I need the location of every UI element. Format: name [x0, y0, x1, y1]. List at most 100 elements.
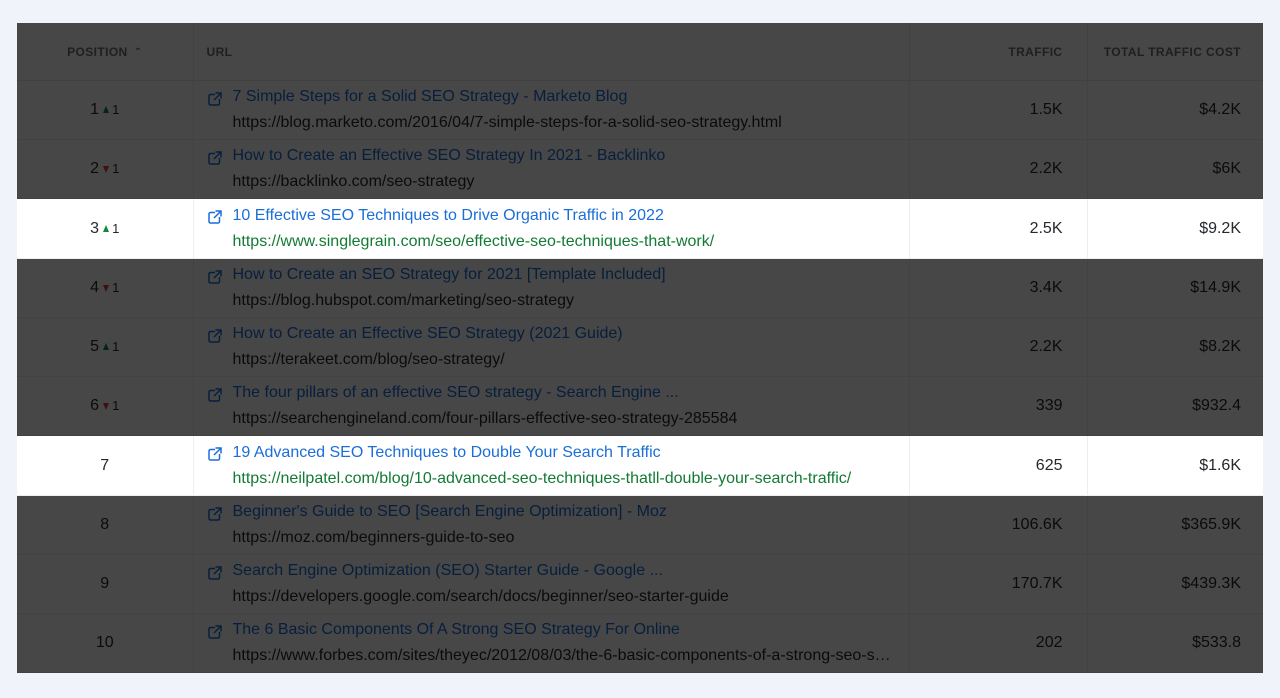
table-row: 10 The 6 Basic Components Of A Strong SE…	[17, 613, 1263, 673]
position-value: 3	[90, 219, 100, 237]
result-url: https://www.singlegrain.com/seo/effectiv…	[232, 232, 715, 250]
result-title-link[interactable]: The four pillars of an effective SEO str…	[233, 382, 895, 404]
result-url: https://blog.marketo.com/2016/04/7-simpl…	[232, 114, 782, 131]
external-link-icon[interactable]	[207, 447, 222, 461]
result-title-link[interactable]: 10 Effective SEO Techniques to Drive Org…	[233, 205, 895, 227]
position-cell: 9	[17, 554, 194, 614]
external-link-icon[interactable]	[207, 210, 222, 224]
position-cell: 11	[17, 80, 194, 140]
trend-up-icon	[103, 343, 110, 350]
table-row: 11 7 Simple Steps for a Solid SEO Strate…	[17, 80, 1263, 140]
traffic-cost-value: $533.8	[1192, 634, 1241, 651]
traffic-cost-cell: $439.3K	[1087, 554, 1263, 614]
traffic-cost-cell: $365.9K	[1087, 495, 1263, 555]
position-cell: 31	[17, 198, 194, 259]
position-cell: 10	[17, 613, 194, 673]
traffic-cell: 106.6K	[909, 495, 1088, 555]
url-cell: 7 Simple Steps for a Solid SEO Strategy …	[193, 80, 910, 140]
table-row: 51 How to Create an Effective SEO Strate…	[17, 317, 1263, 377]
position-cell: 51	[17, 317, 194, 377]
result-url: https://neilpatel.com/blog/10-advanced-s…	[232, 469, 852, 487]
position-change-value: 1	[112, 220, 120, 236]
traffic-cost-value: $365.9K	[1181, 516, 1241, 533]
trend-down-icon	[103, 285, 110, 292]
result-title-link[interactable]: Search Engine Optimization (SEO) Starter…	[233, 560, 895, 582]
table-row: 61 The four pillars of an effective SEO …	[17, 376, 1263, 436]
traffic-cost-cell: $4.2K	[1087, 80, 1263, 140]
trend-down-icon	[103, 403, 110, 410]
table-row: 7 19 Advanced SEO Techniques to Double Y…	[17, 435, 1263, 496]
traffic-cell: 1.5K	[909, 80, 1088, 140]
table-row: 8 Beginner's Guide to SEO [Search Engine…	[17, 495, 1263, 555]
traffic-value: 106.6K	[1011, 516, 1063, 533]
chevron-up-icon[interactable]: ⌃	[134, 47, 143, 58]
position-change-value: 1	[112, 102, 120, 117]
url-cell: Beginner's Guide to SEO [Search Engine O…	[193, 495, 910, 555]
column-header-position[interactable]: Position ⌃	[17, 23, 194, 81]
external-link-icon[interactable]	[207, 507, 222, 521]
url-cell: How to Create an Effective SEO Strategy …	[193, 317, 910, 377]
traffic-cell: 625	[909, 435, 1088, 496]
external-link-icon[interactable]	[207, 566, 222, 580]
url-cell: Search Engine Optimization (SEO) Starter…	[193, 554, 910, 614]
traffic-cost-cell: $533.8	[1087, 613, 1263, 673]
column-header-traffic-cost-label: Total Traffic Cost	[1103, 44, 1241, 59]
table-row: 21 How to Create an Effective SEO Strate…	[17, 139, 1263, 199]
result-url: https://www.forbes.com/sites/theyec/2012…	[232, 647, 895, 664]
traffic-cell: 2.2K	[909, 317, 1088, 377]
external-link-icon[interactable]	[207, 151, 222, 165]
traffic-cost-cell: $14.9K	[1087, 258, 1263, 318]
result-url: https://terakeet.com/blog/seo-strategy/	[232, 351, 505, 368]
url-cell: 10 Effective SEO Techniques to Drive Org…	[193, 198, 910, 259]
result-title-link[interactable]: How to Create an Effective SEO Strategy …	[233, 323, 895, 345]
traffic-cell: 2.2K	[909, 139, 1088, 199]
traffic-value: 2.2K	[1029, 160, 1063, 177]
traffic-value: 1.5K	[1029, 101, 1063, 118]
result-title-link[interactable]: How to Create an Effective SEO Strategy …	[233, 145, 895, 167]
url-cell: How to Create an SEO Strategy for 2021 […	[193, 258, 910, 318]
position-value: 6	[90, 397, 100, 414]
external-link-icon[interactable]	[207, 625, 222, 639]
result-title-link[interactable]: 7 Simple Steps for a Solid SEO Strategy …	[233, 86, 895, 108]
position-value: 10	[95, 634, 114, 651]
result-url: https://blog.hubspot.com/marketing/seo-s…	[232, 292, 575, 309]
position-value: 2	[90, 160, 100, 177]
url-cell: 19 Advanced SEO Techniques to Double You…	[193, 435, 910, 496]
url-cell: How to Create an Effective SEO Strategy …	[193, 139, 910, 199]
column-header-url-label: URL	[206, 44, 233, 59]
traffic-cost-value: $6K	[1212, 160, 1241, 177]
result-title-link[interactable]: Beginner's Guide to SEO [Search Engine O…	[233, 501, 895, 523]
position-change-value: 1	[112, 280, 120, 295]
external-link-icon[interactable]	[207, 388, 222, 402]
position-value: 8	[100, 516, 110, 533]
external-link-icon[interactable]	[207, 270, 222, 284]
external-link-icon[interactable]	[207, 329, 222, 343]
column-header-traffic-label: Traffic	[1008, 44, 1063, 59]
position-change: 1	[103, 221, 119, 236]
traffic-cost-value: $14.9K	[1190, 279, 1241, 296]
traffic-value: 625	[1035, 456, 1063, 474]
position-cell: 8	[17, 495, 194, 555]
result-title-link[interactable]: How to Create an SEO Strategy for 2021 […	[233, 264, 895, 286]
traffic-value: 202	[1035, 634, 1063, 651]
result-title-link[interactable]: 19 Advanced SEO Techniques to Double You…	[233, 442, 895, 464]
traffic-value: 2.2K	[1029, 338, 1063, 355]
traffic-cell: 339	[909, 376, 1088, 436]
traffic-cost-value: $4.2K	[1199, 101, 1241, 118]
external-link-icon[interactable]	[207, 92, 222, 106]
traffic-value: 2.5K	[1029, 219, 1063, 237]
result-url: https://searchengineland.com/four-pillar…	[232, 410, 738, 427]
position-change-value: 1	[112, 398, 120, 413]
column-header-traffic[interactable]: Traffic	[909, 23, 1088, 81]
traffic-cost-cell: $9.2K	[1087, 198, 1263, 259]
column-header-traffic-cost[interactable]: Total Traffic Cost	[1087, 23, 1263, 81]
result-title-link[interactable]: The 6 Basic Components Of A Strong SEO S…	[233, 619, 895, 641]
position-cell: 61	[17, 376, 194, 436]
traffic-cost-value: $8.2K	[1199, 338, 1241, 355]
traffic-cell: 202	[909, 613, 1088, 673]
traffic-value: 3.4K	[1029, 279, 1063, 296]
position-value: 5	[90, 338, 100, 355]
trend-up-icon	[103, 106, 110, 113]
result-url: https://moz.com/beginners-guide-to-seo	[232, 529, 515, 546]
traffic-cost-value: $439.3K	[1181, 575, 1241, 592]
